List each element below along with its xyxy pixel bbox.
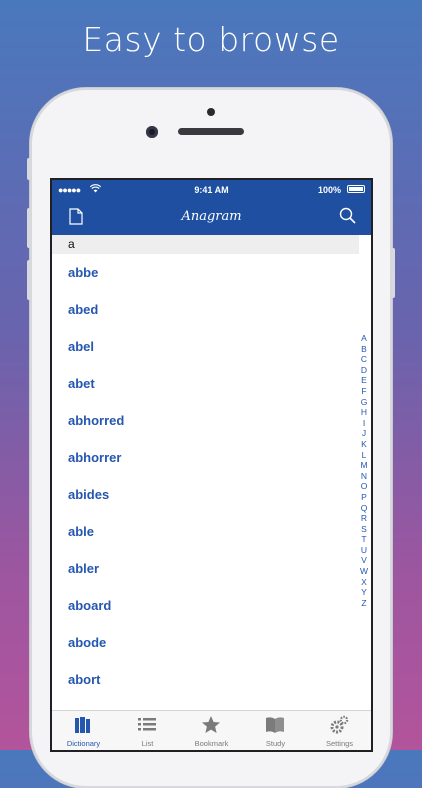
gears-icon <box>329 715 349 735</box>
list-item[interactable]: able <box>68 524 94 539</box>
search-field[interactable]: a <box>52 235 359 254</box>
search-value: a <box>68 237 75 251</box>
earpiece-speaker <box>178 128 244 135</box>
tab-bar: Dictionary List Bookmark Study Settings <box>52 710 371 750</box>
front-camera <box>146 126 158 138</box>
star-icon <box>201 715 221 735</box>
tab-label: Settings <box>325 739 354 748</box>
index-letter[interactable]: M <box>358 460 370 471</box>
index-letter[interactable]: U <box>358 545 370 556</box>
tab-dictionary[interactable]: Dictionary <box>52 711 115 750</box>
status-bar: ●●●●● 9:41 AM 100% <box>52 180 371 200</box>
proximity-sensor <box>207 108 215 116</box>
index-letter[interactable]: X <box>358 577 370 588</box>
list-item[interactable]: abides <box>68 487 109 502</box>
index-letter[interactable]: R <box>358 513 370 524</box>
index-letter[interactable]: J <box>358 428 370 439</box>
index-letter[interactable]: S <box>358 524 370 535</box>
tab-label: Dictionary <box>66 739 101 748</box>
nav-bar: Anagram <box>52 200 371 235</box>
search-icon[interactable] <box>339 207 357 225</box>
page-title: Anagram <box>181 209 242 224</box>
index-letter[interactable]: Q <box>358 503 370 514</box>
volume-up-button <box>27 208 31 248</box>
volume-down-button <box>27 260 31 300</box>
list-icon <box>137 715 157 735</box>
alphabet-index[interactable]: A B C D E F G H I J K L M N O P Q R S T … <box>358 333 370 608</box>
index-letter[interactable]: V <box>358 555 370 566</box>
index-letter[interactable]: Z <box>358 598 370 609</box>
index-letter[interactable]: A <box>358 333 370 344</box>
index-letter[interactable]: C <box>358 354 370 365</box>
list-item[interactable]: abed <box>68 302 98 317</box>
index-letter[interactable]: O <box>358 481 370 492</box>
battery-percent: 100% <box>317 185 341 195</box>
mute-switch <box>27 158 31 180</box>
battery-icon <box>347 185 365 193</box>
index-letter[interactable]: T <box>358 534 370 545</box>
index-letter[interactable]: H <box>358 407 370 418</box>
open-book-icon <box>265 715 285 735</box>
power-button <box>391 248 395 298</box>
index-letter[interactable]: P <box>358 492 370 503</box>
app-screen: ●●●●● 9:41 AM 100% Anagram a abbe abed a… <box>52 180 371 750</box>
tab-bookmark[interactable]: Bookmark <box>180 711 243 750</box>
index-letter[interactable]: N <box>358 471 370 482</box>
list-item[interactable]: abort <box>68 672 101 687</box>
index-letter[interactable]: L <box>358 450 370 461</box>
index-letter[interactable]: G <box>358 397 370 408</box>
index-letter[interactable]: E <box>358 375 370 386</box>
list-item[interactable]: abet <box>68 376 95 391</box>
index-letter[interactable]: F <box>358 386 370 397</box>
index-letter[interactable]: D <box>358 365 370 376</box>
list-item[interactable]: abhorred <box>68 413 124 428</box>
index-letter[interactable]: Y <box>358 587 370 598</box>
index-letter[interactable]: B <box>358 344 370 355</box>
list-item[interactable]: aboard <box>68 598 111 613</box>
tab-label: Bookmark <box>194 739 229 748</box>
tab-list[interactable]: List <box>116 711 179 750</box>
list-item[interactable]: abode <box>68 635 106 650</box>
tab-settings[interactable]: Settings <box>308 711 371 750</box>
books-icon <box>73 715 93 735</box>
list-item[interactable]: abbe <box>68 265 98 280</box>
list-item[interactable]: abel <box>68 339 94 354</box>
tab-label: List <box>141 739 154 748</box>
index-letter[interactable]: K <box>358 439 370 450</box>
index-letter[interactable]: W <box>358 566 370 577</box>
index-letter[interactable]: I <box>358 418 370 429</box>
tab-study[interactable]: Study <box>244 711 307 750</box>
tab-label: Study <box>265 739 286 748</box>
list-item[interactable]: abhorrer <box>68 450 121 465</box>
promo-headline: Easy to browse <box>82 20 340 59</box>
list-item[interactable]: abler <box>68 561 99 576</box>
